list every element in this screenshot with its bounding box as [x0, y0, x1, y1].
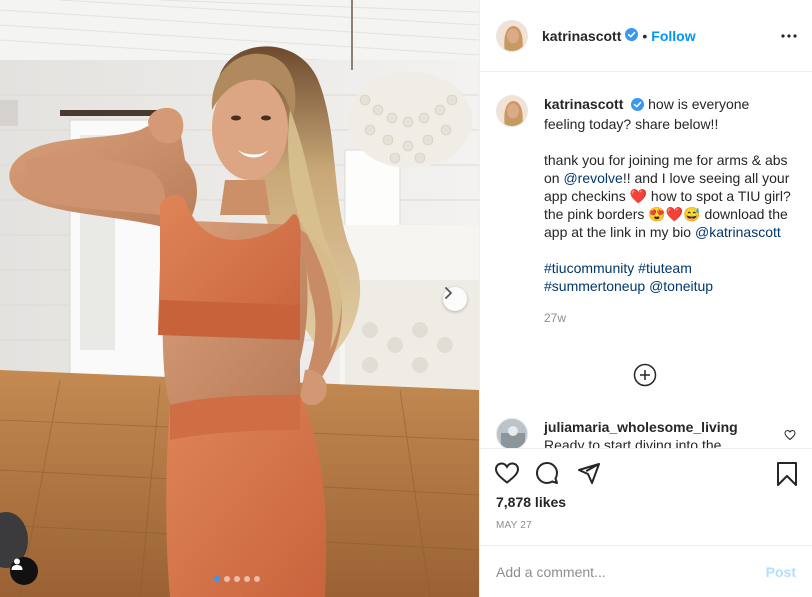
post-caption: katrinascott how is everyone feeling tod…	[480, 73, 812, 327]
bookmark-icon	[777, 462, 797, 486]
avatar[interactable]	[496, 19, 528, 52]
post-comment-button[interactable]: Post	[766, 564, 796, 580]
next-image-button[interactable]	[443, 287, 467, 311]
post-author-username[interactable]: katrinascott	[542, 28, 621, 44]
comments-section[interactable]: katrinascott how is everyone feeling tod…	[480, 73, 812, 448]
post-sidebar: katrinascott • Follow katrinascott how i…	[479, 0, 812, 597]
avatar-image	[497, 96, 527, 126]
caption-avatar[interactable]	[496, 95, 528, 127]
separator-dot: •	[642, 27, 648, 44]
post-image[interactable]	[0, 0, 479, 597]
load-more-comments-button[interactable]	[633, 363, 657, 387]
post-photo	[0, 0, 479, 597]
like-button[interactable]	[494, 461, 520, 488]
heart-icon	[784, 429, 796, 441]
avatar-image	[497, 419, 527, 448]
share-button[interactable]	[577, 461, 601, 488]
comment-text: Ready to start diving into the	[544, 437, 722, 448]
post-header: katrinascott • Follow	[480, 0, 812, 72]
commenter-avatar[interactable]	[496, 418, 528, 448]
mention-link[interactable]: @katrinascott	[695, 224, 781, 240]
hashtag-link[interactable]: #summertoneup	[544, 278, 645, 294]
chevron-right-icon	[445, 287, 452, 299]
mention-link[interactable]: @revolve	[563, 170, 622, 186]
save-button[interactable]	[776, 461, 798, 490]
hashtag-link[interactable]: #tiuteam	[638, 260, 692, 276]
plus-circle-icon	[633, 363, 657, 387]
verified-badge-icon	[631, 97, 645, 115]
post-actions	[480, 448, 812, 488]
share-icon	[578, 463, 600, 484]
more-horizontal-icon	[781, 34, 797, 38]
like-comment-button[interactable]	[784, 428, 796, 444]
hashtag-link[interactable]: #tiucommunity	[544, 260, 634, 276]
user-tags-button[interactable]	[10, 557, 38, 585]
emoji-group: 😍❤️😅	[648, 206, 701, 222]
post-date[interactable]: MAY 27	[496, 520, 532, 531]
follow-button[interactable]: Follow	[651, 28, 695, 44]
carousel-dot	[234, 576, 240, 582]
comment-input[interactable]	[496, 563, 766, 580]
comment-button[interactable]	[535, 461, 559, 488]
like-count[interactable]: 7,878 likes	[496, 494, 566, 510]
carousel-dot	[224, 576, 230, 582]
verified-badge-icon	[625, 27, 639, 44]
avatar-image	[497, 20, 527, 51]
carousel-dot	[244, 576, 250, 582]
comment-icon	[536, 462, 558, 484]
caption-timestamp[interactable]: 27w	[544, 309, 794, 327]
heart-emoji: ❤️	[629, 188, 648, 204]
commenter-username[interactable]: juliamaria_wholesome_living	[544, 418, 764, 436]
carousel-dot	[254, 576, 260, 582]
carousel-indicator	[214, 576, 260, 582]
heart-icon	[494, 462, 520, 484]
more-options-button[interactable]	[780, 27, 798, 48]
add-comment-bar: Post	[480, 545, 812, 597]
carousel-dot	[214, 576, 220, 582]
mention-link[interactable]: @toneitup	[649, 278, 713, 294]
caption-username[interactable]: katrinascott	[544, 96, 623, 112]
user-tag-icon	[11, 558, 23, 570]
comment-item: juliamaria_wholesome_living Ready to sta…	[496, 418, 796, 448]
